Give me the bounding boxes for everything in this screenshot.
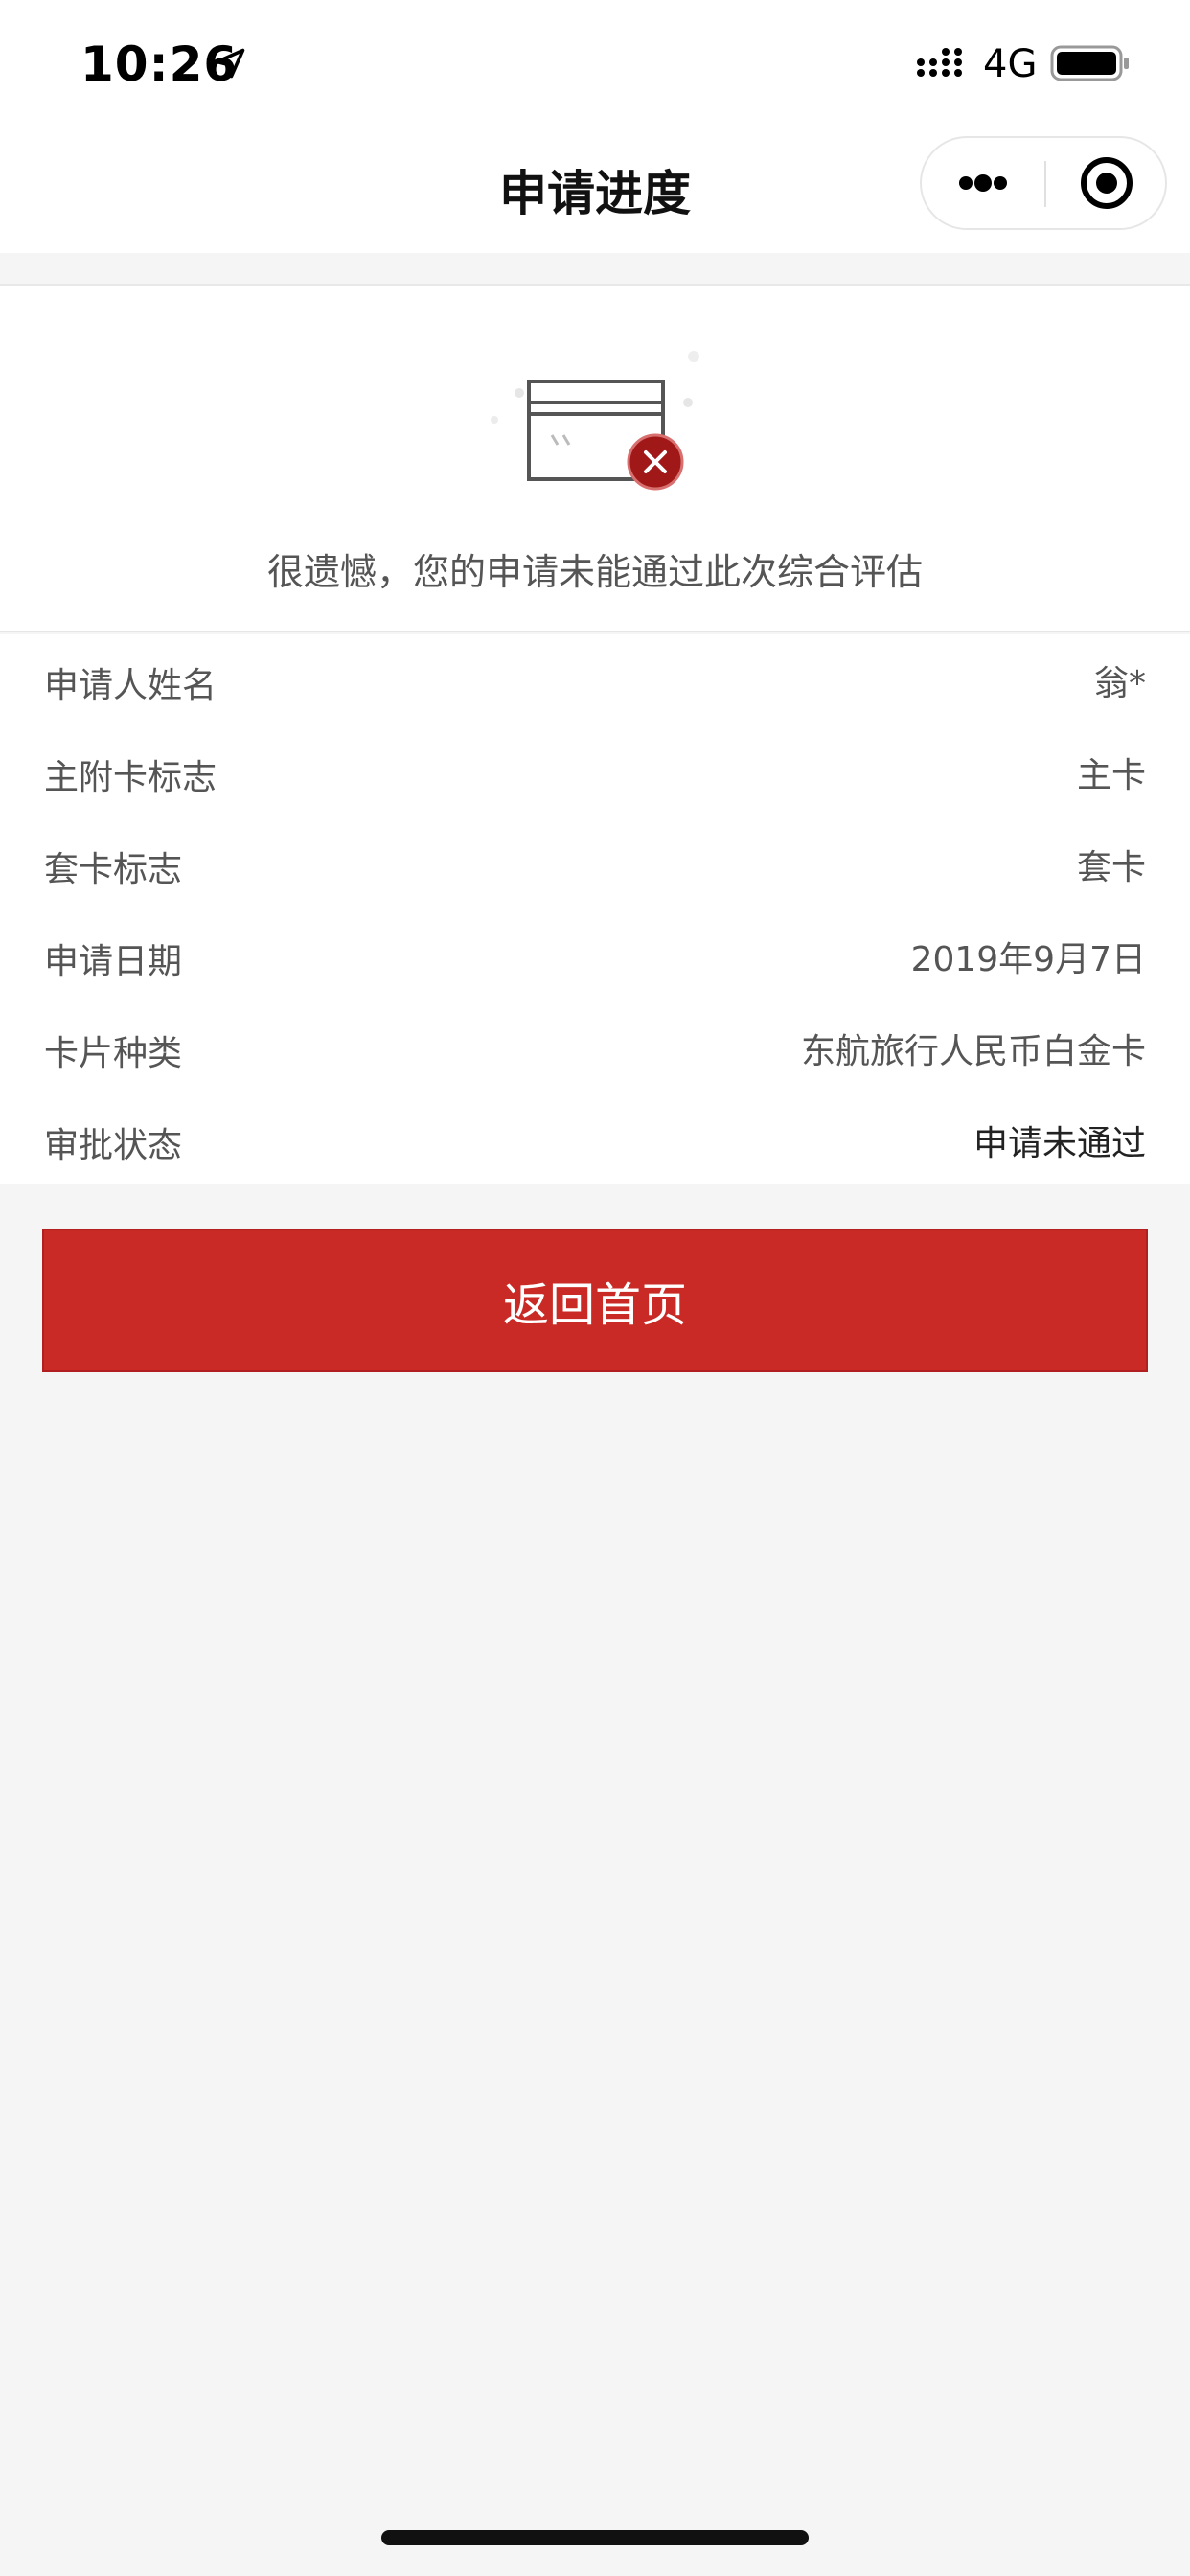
row-card-kind: 卡片种类 东航旅行人民币白金卡 <box>0 1002 1190 1094</box>
row-label: 卡片种类 <box>44 1034 183 1073</box>
row-card-type-flag: 主附卡标志 主卡 <box>0 726 1190 818</box>
row-value: 2019年9月7日 <box>910 940 1146 979</box>
result-message: 很遗憾，您的申请未能通过此次综合评估 <box>266 551 923 593</box>
return-home-button[interactable]: 返回首页 <box>42 1229 1148 1372</box>
mini-program-capsule <box>920 136 1167 230</box>
row-value: 东航旅行人民币白金卡 <box>800 1032 1146 1071</box>
home-indicator[interactable] <box>381 2530 809 2545</box>
close-target-icon <box>1081 157 1133 209</box>
row-applicant-name: 申请人姓名 翁* <box>0 634 1190 726</box>
row-label: 申请日期 <box>44 942 183 981</box>
more-button[interactable] <box>922 138 1044 228</box>
location-arrow-icon <box>215 48 245 79</box>
nav-bar: 申请进度 <box>0 126 1190 253</box>
signal-icon <box>917 48 962 77</box>
row-approval-status: 审批状态 申请未通过 <box>0 1094 1190 1186</box>
more-dots-icon <box>959 174 1007 192</box>
row-set-card-flag: 套卡标志 套卡 <box>0 818 1190 910</box>
row-label: 申请人姓名 <box>44 666 217 705</box>
card-rejected-icon <box>491 351 699 491</box>
status-bar: 10:26 4G <box>0 0 1190 126</box>
battery-icon <box>1050 45 1129 81</box>
row-apply-date: 申请日期 2019年9月7日 <box>0 910 1190 1002</box>
result-card: 很遗憾，您的申请未能通过此次综合评估 <box>0 284 1190 632</box>
row-label: 主附卡标志 <box>44 758 217 797</box>
row-label: 套卡标志 <box>44 850 183 889</box>
status-value: 申请未通过 <box>973 1124 1146 1163</box>
row-value: 翁* <box>1093 664 1146 703</box>
close-button[interactable] <box>1046 138 1167 228</box>
network-type: 4G <box>983 42 1038 86</box>
application-info-list: 申请人姓名 翁* 主附卡标志 主卡 套卡标志 套卡 申请日期 2019年9月7日… <box>0 634 1190 1184</box>
row-label: 审批状态 <box>44 1126 183 1165</box>
row-value: 套卡 <box>1076 848 1146 887</box>
row-value: 主卡 <box>1076 756 1146 795</box>
